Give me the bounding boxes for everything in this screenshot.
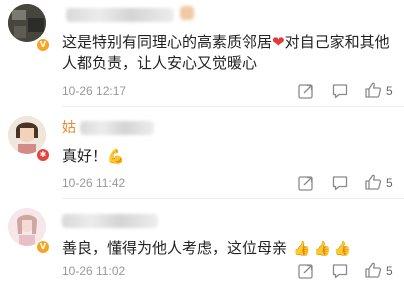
- comment-icon[interactable]: [331, 262, 349, 280]
- username[interactable]: [66, 8, 174, 22]
- divider: [62, 198, 404, 199]
- like-count: 5: [386, 84, 393, 98]
- verified-badge-icon: ✱: [36, 148, 50, 162]
- thumbs-up-emoji-icon: 👍👍👍: [293, 241, 355, 257]
- thumbs-up-icon[interactable]: [364, 173, 382, 191]
- username-first-char[interactable]: 姑: [62, 120, 76, 136]
- flexed-biceps-emoji-icon: 💪: [107, 149, 125, 165]
- avatar[interactable]: [8, 4, 46, 42]
- divider: [62, 106, 404, 107]
- avatar-image: [8, 4, 46, 42]
- thumbs-up-icon[interactable]: [364, 261, 382, 279]
- comment-text: 这是特别有同理心的高素质邻居❤对自己家和其他人都负责，让人安心又觉暖心: [62, 33, 390, 72]
- comment-icon[interactable]: [331, 174, 349, 192]
- comment-icon[interactable]: [331, 82, 349, 100]
- username-extra: [180, 6, 194, 20]
- comment-text: 善良，懂得为他人考虑，这位母亲 👍👍👍: [62, 239, 355, 257]
- verified-badge-icon: V: [36, 240, 50, 254]
- share-icon[interactable]: [297, 174, 315, 192]
- verified-badge-icon: V: [36, 38, 50, 52]
- timestamp: 10-26 12:17: [62, 84, 127, 98]
- username[interactable]: [62, 214, 158, 228]
- share-icon[interactable]: [297, 262, 315, 280]
- thumbs-up-icon[interactable]: [364, 81, 382, 99]
- comment-item: V 善良，懂得为他人考虑，这位母亲 👍👍👍 10-26 11:02 5: [0, 202, 404, 286]
- like-count: 5: [386, 176, 393, 190]
- timestamp: 10-26 11:42: [62, 176, 126, 190]
- like-count: 5: [386, 264, 393, 278]
- share-icon[interactable]: [297, 82, 315, 100]
- comment-item: ✱ 姑 真好！💪 10-26 11:42 5: [0, 110, 404, 196]
- username[interactable]: [80, 121, 154, 135]
- timestamp: 10-26 11:02: [62, 264, 126, 278]
- comment-item: V 这是特别有同理心的高素质邻居❤对自己家和其他人都负责，让人安心又觉暖心 10…: [0, 0, 404, 104]
- heart-emoji-icon: ❤: [272, 33, 285, 51]
- comment-text: 真好！💪: [62, 147, 125, 165]
